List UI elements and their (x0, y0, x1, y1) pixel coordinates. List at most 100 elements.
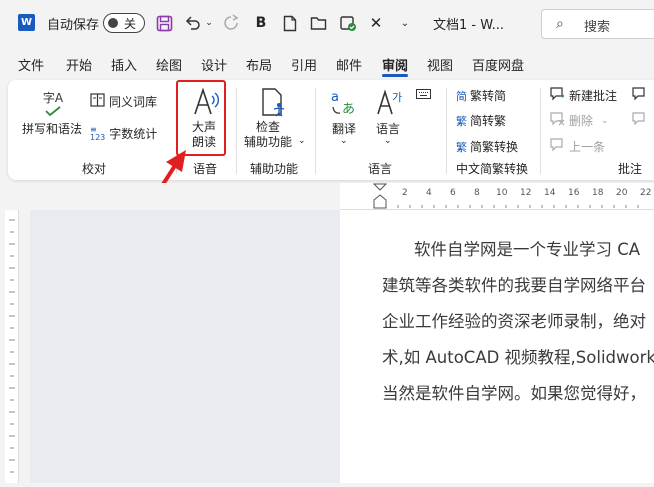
document-text-line[interactable]: 企业工作经验的资深老师录制，绝对 (382, 308, 646, 332)
previous-comment-icon (550, 138, 565, 155)
ruler-tick: 6 (450, 188, 456, 198)
ruler-tick: 22 (640, 188, 652, 198)
next-comment-icon[interactable] (632, 112, 646, 125)
document-title: 文档1 - W... (433, 17, 504, 33)
traditional-to-simplified-button[interactable]: 简 繁转简 (456, 87, 506, 104)
tab-home[interactable]: 开始 (66, 55, 92, 74)
check-accessibility-label-2: 辅助功能 (244, 135, 293, 149)
spelling-grammar-label: 拼写和语法 (22, 122, 83, 136)
simplified-to-traditional-label: 简转繁 (470, 114, 507, 128)
ribbon-panel: 字A 拼写和语法 同义词库 ≡ 123 字数统计 校对 大声 朗读 语音 检查 辅… (8, 80, 654, 180)
traditional-simplified-icon: 简 (456, 89, 467, 103)
active-tab-indicator (382, 74, 408, 77)
word-count-button[interactable]: ≡ 123 字数统计 (90, 125, 157, 142)
translate-button[interactable]: 翻译 (332, 120, 356, 137)
translate-label: 翻译 (332, 122, 357, 136)
read-aloud-highlight-box (176, 80, 226, 156)
vertical-ruler-track (0, 210, 22, 483)
group-label-comments: 批注 (618, 162, 643, 176)
document-text-line[interactable]: 当然是软件自学网。如果您觉得好， (382, 380, 646, 404)
undo-dropdown-chevron-icon[interactable]: ⌄ (203, 12, 215, 34)
ruler-tick: 20 (616, 188, 628, 198)
new-comment-label: 新建批注 (569, 89, 618, 103)
check-accessibility-button[interactable]: 检查 辅助功能 (244, 120, 292, 150)
chevron-down-icon[interactable]: ⌄ (340, 136, 348, 146)
traditional-to-simplified-label: 繁转简 (470, 89, 507, 103)
group-separator (446, 88, 447, 174)
show-comments-icon[interactable] (632, 87, 646, 100)
tab-mailings[interactable]: 邮件 (336, 55, 362, 74)
tab-draw[interactable]: 绘图 (156, 55, 182, 74)
tab-insert[interactable]: 插入 (111, 55, 137, 74)
open-folder-icon[interactable] (309, 12, 329, 34)
customize-chevron-icon[interactable]: ⌄ (398, 12, 412, 34)
ruler-tick: 2 (402, 188, 408, 198)
group-label-language: 语言 (368, 162, 393, 176)
word-count-label: 字数统计 (109, 127, 158, 141)
language-button[interactable]: 语言 (376, 120, 400, 137)
vertical-ruler-ticks (9, 219, 15, 473)
tab-baidu-netdisk[interactable]: 百度网盘 (472, 55, 524, 74)
language-label: 语言 (376, 122, 401, 136)
search-icon: ⌕ (556, 16, 564, 32)
tab-file[interactable]: 文件 (18, 55, 44, 74)
chevron-down-icon: ⌄ (601, 115, 609, 126)
save-icon[interactable] (153, 12, 175, 34)
chevron-down-icon[interactable]: ⌄ (298, 136, 306, 146)
tab-design[interactable]: 设计 (201, 55, 227, 74)
spelling-grammar-icon: 字A (38, 86, 68, 118)
accessibility-checker-icon (258, 86, 290, 118)
autosave-toggle[interactable]: 关 (103, 13, 145, 33)
group-separator (236, 88, 237, 174)
previous-comment-button[interactable]: 上一条 (550, 138, 605, 155)
ribbon-tabs: 文件 开始 插入 绘图 设计 布局 引用 邮件 审阅 视图 百度网盘 (0, 50, 654, 78)
horizontal-ruler[interactable]: 2 4 6 8 10 12 14 16 18 20 22 (340, 183, 654, 210)
save-check-icon[interactable] (338, 12, 358, 34)
close-x-icon[interactable]: ✕ (368, 12, 384, 34)
word-logo-icon: W (18, 14, 35, 31)
search-input[interactable]: ⌕ 搜索 (541, 9, 654, 39)
delete-comment-icon (550, 112, 565, 129)
chinese-conversion-button[interactable]: 繁 简繁转换 (456, 138, 518, 155)
chevron-down-icon[interactable]: ⌄ (384, 136, 392, 146)
tab-references[interactable]: 引用 (291, 55, 317, 74)
thesaurus-button[interactable]: 同义词库 (90, 93, 157, 110)
ruler-tick: 16 (568, 188, 580, 198)
chinese-conversion-icon: 繁 (456, 140, 467, 154)
autosave-label: 自动保存 (47, 17, 100, 33)
group-separator (540, 88, 541, 174)
autosave-state: 关 (124, 17, 137, 31)
svg-text:a: a (331, 90, 339, 105)
indent-marker-icon[interactable] (372, 183, 388, 210)
group-label-proofing: 校对 (82, 162, 107, 176)
svg-text:가: 가 (392, 91, 402, 104)
ruler-tick: 4 (426, 188, 432, 198)
tab-review[interactable]: 审阅 (382, 55, 408, 74)
toggle-knob (108, 18, 118, 28)
simplified-to-traditional-button[interactable]: 繁 简转繁 (456, 112, 506, 129)
group-separator (315, 88, 316, 174)
ruler-tick: 14 (544, 188, 556, 198)
redo-icon[interactable] (221, 12, 241, 34)
tab-view[interactable]: 视图 (427, 55, 453, 74)
document-text-line[interactable]: 软件自学网是一个专业学习 CA (414, 236, 640, 260)
new-comment-button[interactable]: 新建批注 (550, 87, 617, 104)
vertical-ruler[interactable] (5, 210, 19, 483)
title-bar: W 自动保存 关 ⌄ B ✕ ⌄ 文档1 - W... ⌕ 搜索 (0, 0, 654, 46)
new-doc-icon[interactable] (281, 12, 299, 34)
ruler-tick: 12 (520, 188, 532, 198)
document-text-line[interactable]: 术,如 AutoCAD 视频教程,Solidworks (382, 344, 654, 368)
thesaurus-label: 同义词库 (109, 95, 158, 109)
delete-comment-button[interactable]: 删除 ⌄ (550, 112, 609, 129)
undo-icon[interactable] (183, 12, 203, 34)
group-label-speech: 语音 (193, 162, 218, 176)
document-text-line[interactable]: 建筑等各类软件的我要自学网络平台 (382, 272, 646, 296)
spelling-grammar-button[interactable]: 拼写和语法 (22, 120, 82, 137)
keyboard-icon[interactable] (416, 89, 431, 99)
ruler-minor-ticks (397, 205, 639, 208)
spelling-icon-text: 字A (42, 90, 64, 105)
bold-icon[interactable]: B (253, 12, 269, 34)
delete-comment-label: 删除 (569, 114, 594, 128)
group-label-chinese-conversion: 中文简繁转换 (456, 162, 529, 176)
tab-layout[interactable]: 布局 (246, 55, 272, 74)
